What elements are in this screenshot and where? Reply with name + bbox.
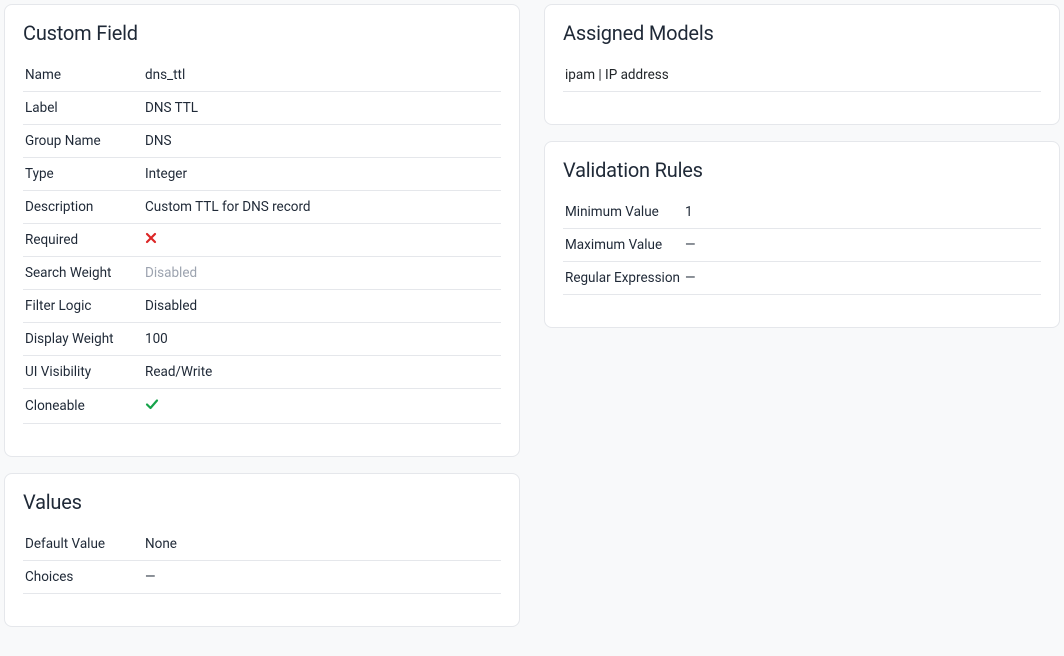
values-title: Values bbox=[23, 490, 501, 514]
row-regex-label: Regular Expression bbox=[563, 262, 683, 295]
row-groupname-value: DNS bbox=[143, 125, 501, 158]
row-type-label: Type bbox=[23, 158, 143, 191]
custom-field-title: Custom Field bbox=[23, 21, 501, 45]
row-regex: Regular Expression — bbox=[563, 262, 1041, 295]
row-label-label: Label bbox=[23, 92, 143, 125]
row-searchweight: Search Weight Disabled bbox=[23, 257, 501, 290]
assigned-models-title: Assigned Models bbox=[563, 21, 1041, 45]
row-searchweight-value: Disabled bbox=[143, 257, 501, 290]
row-cloneable-label: Cloneable bbox=[23, 389, 143, 424]
row-cloneable: Cloneable bbox=[23, 389, 501, 424]
row-defaultvalue: Default Value None bbox=[23, 528, 501, 561]
row-required: Required bbox=[23, 224, 501, 257]
row-description-label: Description bbox=[23, 191, 143, 224]
row-filterlogic-label: Filter Logic bbox=[23, 290, 143, 323]
row-choices-label: Choices bbox=[23, 561, 143, 594]
row-searchweight-label: Search Weight bbox=[23, 257, 143, 290]
row-type-value: Integer bbox=[143, 158, 501, 191]
row-groupname-label: Group Name bbox=[23, 125, 143, 158]
row-uivisibility-value: Read/Write bbox=[143, 356, 501, 389]
row-name-label: Name bbox=[23, 59, 143, 92]
row-displayweight-value: 100 bbox=[143, 323, 501, 356]
row-displayweight: Display Weight 100 bbox=[23, 323, 501, 356]
row-description: Description Custom TTL for DNS record bbox=[23, 191, 501, 224]
validation-rules-card: Validation Rules Minimum Value 1 Maximum… bbox=[544, 141, 1060, 328]
row-regex-value: — bbox=[683, 262, 1041, 295]
row-maxvalue-label: Maximum Value bbox=[563, 229, 683, 262]
row-minvalue: Minimum Value 1 bbox=[563, 196, 1041, 229]
row-uivisibility: UI Visibility Read/Write bbox=[23, 356, 501, 389]
custom-field-card: Custom Field Name dns_ttl Label DNS TTL … bbox=[4, 4, 520, 457]
row-groupname: Group Name DNS bbox=[23, 125, 501, 158]
row-label: Label DNS TTL bbox=[23, 92, 501, 125]
assigned-model-item: ipam | IP address bbox=[563, 59, 1041, 92]
row-cloneable-value bbox=[143, 389, 501, 424]
row-minvalue-value: 1 bbox=[683, 196, 1041, 229]
row-choices: Choices — bbox=[23, 561, 501, 594]
values-card: Values Default Value None Choices — bbox=[4, 473, 520, 627]
row-minvalue-label: Minimum Value bbox=[563, 196, 683, 229]
row-type: Type Integer bbox=[23, 158, 501, 191]
validation-rules-table: Minimum Value 1 Maximum Value — Regular … bbox=[563, 196, 1041, 295]
row-maxvalue: Maximum Value — bbox=[563, 229, 1041, 262]
row-uivisibility-label: UI Visibility bbox=[23, 356, 143, 389]
row-maxvalue-value: — bbox=[683, 229, 1041, 262]
check-icon bbox=[145, 397, 159, 411]
row-defaultvalue-label: Default Value bbox=[23, 528, 143, 561]
row-choices-value: — bbox=[143, 561, 501, 594]
row-defaultvalue-value: None bbox=[143, 528, 501, 561]
row-required-value bbox=[143, 224, 501, 257]
values-table: Default Value None Choices — bbox=[23, 528, 501, 594]
custom-field-table: Name dns_ttl Label DNS TTL Group Name DN… bbox=[23, 59, 501, 424]
row-label-value: DNS TTL bbox=[143, 92, 501, 125]
row-name-value: dns_ttl bbox=[143, 59, 501, 92]
row-required-label: Required bbox=[23, 224, 143, 257]
row-filterlogic: Filter Logic Disabled bbox=[23, 290, 501, 323]
x-icon bbox=[145, 232, 157, 244]
row-description-value: Custom TTL for DNS record bbox=[143, 191, 501, 224]
row-filterlogic-value: Disabled bbox=[143, 290, 501, 323]
assigned-models-card: Assigned Models ipam | IP address bbox=[544, 4, 1060, 125]
row-displayweight-label: Display Weight bbox=[23, 323, 143, 356]
validation-rules-title: Validation Rules bbox=[563, 158, 1041, 182]
row-name: Name dns_ttl bbox=[23, 59, 501, 92]
